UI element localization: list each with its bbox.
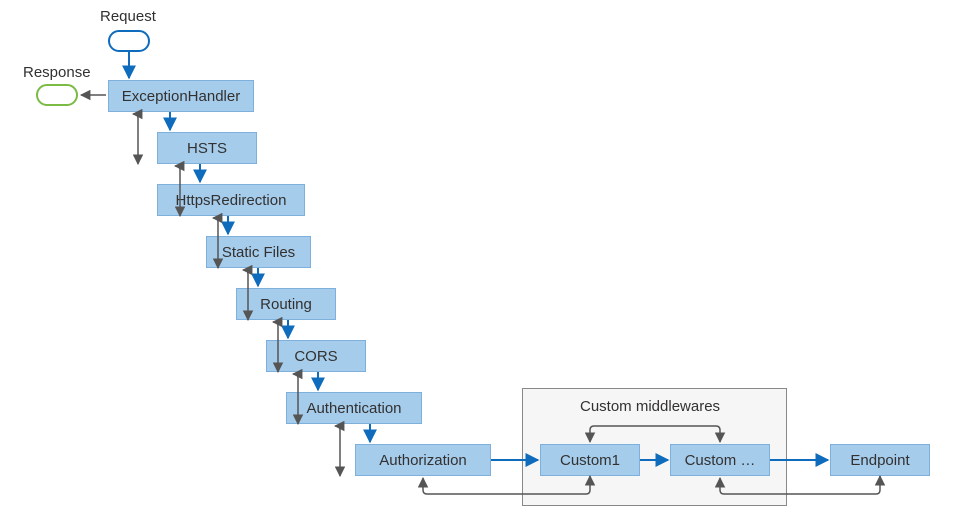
node-routing: Routing [236, 288, 336, 320]
node-label: ExceptionHandler [122, 88, 240, 105]
request-pill [108, 30, 150, 52]
node-label: Routing [260, 296, 312, 313]
node-exception: ExceptionHandler [108, 80, 254, 112]
node-auth: Authentication [286, 392, 422, 424]
node-label: HSTS [187, 140, 227, 157]
request-label: Request [100, 8, 156, 25]
node-customn: Custom … [670, 444, 770, 476]
node-static: Static Files [206, 236, 311, 268]
node-custom1: Custom1 [540, 444, 640, 476]
node-authz: Authorization [355, 444, 491, 476]
node-label: Custom1 [560, 452, 620, 469]
node-label: Authentication [306, 400, 401, 417]
node-hsts: HSTS [157, 132, 257, 164]
response-pill [36, 84, 78, 106]
node-label: Authorization [379, 452, 467, 469]
node-label: HttpsRedirection [176, 192, 287, 209]
node-label: Static Files [222, 244, 295, 261]
node-label: Custom … [685, 452, 756, 469]
node-label: CORS [294, 348, 337, 365]
response-label: Response [23, 64, 91, 81]
node-https: HttpsRedirection [157, 184, 305, 216]
node-cors: CORS [266, 340, 366, 372]
node-label: Endpoint [850, 452, 909, 469]
custom-group-label: Custom middlewares [580, 398, 720, 415]
node-endpoint: Endpoint [830, 444, 930, 476]
